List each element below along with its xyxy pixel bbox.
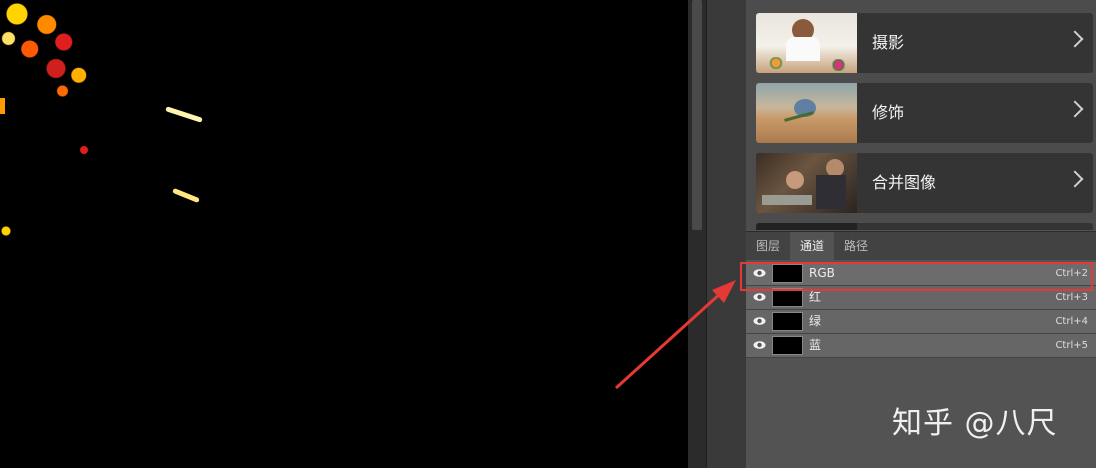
tab-layers[interactable]: 图层 [746, 232, 790, 260]
canvas-speckle [0, 98, 5, 114]
canvas-speckle [30, 55, 95, 100]
photo-workshop-thumbnail [756, 153, 857, 213]
channel-row-blue[interactable]: 蓝 Ctrl+5 [746, 334, 1096, 358]
card-title: 修饰 [872, 103, 905, 122]
chevron-right-icon [1066, 100, 1084, 118]
annotation-highlight-box [740, 262, 1093, 291]
photo-flower-woman-thumbnail [756, 13, 857, 73]
canvas-speckle [0, 222, 12, 240]
tab-channels[interactable]: 通道 [790, 232, 835, 260]
channel-shortcut: Ctrl+4 [1055, 316, 1088, 327]
learn-card-photography[interactable]: 摄影 [756, 13, 1093, 73]
watermark: 知乎 @八尺 [892, 406, 1058, 441]
channel-name: 绿 [809, 314, 822, 328]
channel-thumbnail [772, 312, 803, 331]
visibility-eye-icon[interactable] [753, 292, 766, 302]
card-title: 摄影 [872, 33, 905, 52]
photo-flower-table-thumbnail [756, 83, 857, 143]
panel-dock-strip [706, 0, 747, 468]
channel-thumbnail [772, 336, 803, 355]
channel-shortcut: Ctrl+5 [1055, 340, 1088, 351]
chevron-right-icon [1066, 170, 1084, 188]
canvas-speckle [80, 146, 88, 154]
visibility-eye-icon[interactable] [753, 340, 766, 350]
learn-panel: 摄影 修饰 合并图像 [746, 0, 1096, 230]
scrollbar-thumb[interactable] [692, 0, 702, 230]
canvas-speckle [172, 187, 200, 204]
card-title: 合并图像 [872, 173, 937, 192]
learn-card-composite[interactable]: 合并图像 [756, 153, 1093, 213]
tab-paths[interactable]: 路径 [834, 232, 878, 260]
learn-card-retouch[interactable]: 修饰 [756, 83, 1093, 143]
panel-tabs: 图层 通道 路径 [746, 231, 1096, 260]
channel-row-green[interactable]: 绿 Ctrl+4 [746, 310, 1096, 334]
channel-name: 蓝 [809, 338, 822, 352]
visibility-eye-icon[interactable] [753, 316, 766, 326]
document-canvas[interactable] [0, 0, 688, 468]
learn-card-next[interactable] [756, 223, 1093, 230]
photo-thumbnail [756, 223, 857, 230]
chevron-right-icon [1066, 30, 1084, 48]
canvas-speckle [165, 106, 203, 123]
